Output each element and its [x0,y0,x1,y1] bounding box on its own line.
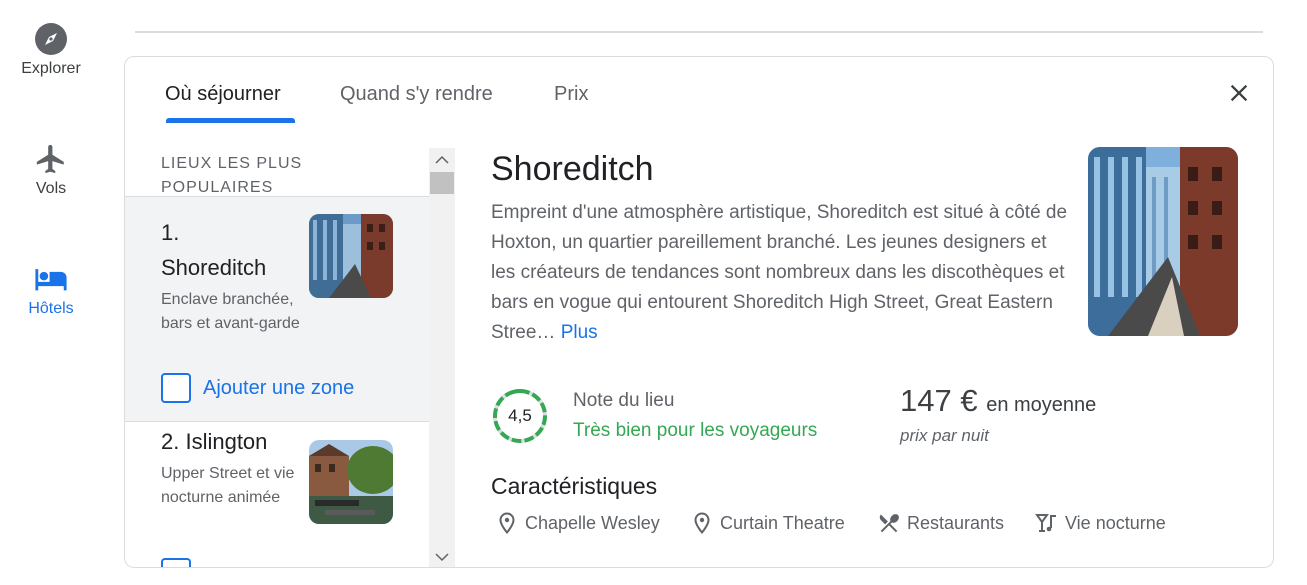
feature-restaurants[interactable]: Restaurants [877,511,1004,535]
location-pin-icon [499,512,515,535]
list-item-islington[interactable]: 2. Islington Upper Street et vie nocturn… [125,422,429,567]
rating-value: 4,5 [508,406,532,425]
rail-item-vols[interactable]: Vols [0,142,102,198]
rail-item-hotels[interactable]: Hôtels [0,262,102,318]
rating-verdict: Très bien pour les voyageurs [573,420,818,441]
price-amount: 147 € [900,383,978,418]
active-tab-indicator [166,118,295,123]
feature-label: Vie nocturne [1065,512,1166,533]
average-price: 147 € en moyenne [900,383,1096,419]
destination-card: Où séjourner Quand s'y rendre Prix LIEUX… [124,56,1274,568]
list-scrollbar[interactable] [429,148,455,568]
airplane-icon [36,144,64,174]
restaurant-icon [879,514,899,533]
place-photo [1088,147,1238,336]
features-heading: Caractéristiques [491,473,658,499]
place-thumbnail [309,214,393,298]
item-description: Enclave branchée, bars et avant-garde [161,291,300,332]
tab-ou-sejourner[interactable]: Où séjourner [165,83,281,106]
chevron-up-icon[interactable] [429,148,455,172]
places-list: LIEUX LES PLUS POPULAIRES 1. Shoreditch … [125,148,455,568]
feature-chapelle-wesley[interactable]: Chapelle Wesley [495,511,660,535]
side-rail: Explorer Vols Hôtels [0,0,102,585]
item-number: 1. [161,220,180,245]
place-thumbnail [309,440,393,524]
nightlife-icon [1035,514,1056,532]
tab-prix[interactable]: Prix [554,83,588,106]
rail-label-explorer: Explorer [21,60,81,77]
add-zone-button[interactable]: Ajouter une zone [161,373,354,403]
feature-curtain-theatre[interactable]: Curtain Theatre [690,511,845,535]
feature-vie-nocturne[interactable]: Vie nocturne [1035,511,1166,535]
feature-label: Restaurants [907,512,1005,533]
place-title: Shoreditch [491,150,654,188]
item-description: Upper Street et vie nocturne animée [161,465,295,506]
list-item-shoreditch[interactable]: 1. Shoreditch Enclave branchée, bars et … [125,196,429,422]
scrollbar-thumb[interactable] [430,172,454,194]
rail-label-hotels: Hôtels [28,300,74,317]
item-title: 2. Islington [161,429,268,454]
compass-icon [35,23,67,55]
price-per-night: prix par nuit [900,426,989,445]
divider [135,31,1263,33]
bed-icon [35,269,67,291]
add-zone-checkbox[interactable] [161,558,191,567]
add-zone-checkbox[interactable] [161,373,191,403]
place-description: Empreint d'une atmosphère artistique, Sh… [491,198,1071,348]
more-link[interactable]: Plus [561,322,598,343]
price-suffix: en moyenne [986,394,1097,416]
close-icon[interactable] [1225,79,1253,107]
location-pin-icon [694,512,710,535]
list-heading: LIEUX LES PLUS POPULAIRES [161,155,303,196]
rating-label: Note du lieu [573,390,675,411]
rail-label-vols: Vols [35,180,67,197]
rail-item-explorer[interactable]: Explorer [0,22,102,78]
chevron-down-icon[interactable] [429,545,455,568]
tab-quand-sy-rendre[interactable]: Quand s'y rendre [340,83,493,106]
rating-ring: 4,5 [493,389,547,443]
feature-label: Curtain Theatre [720,512,845,533]
add-zone-label: Ajouter une zone [203,376,355,399]
item-title: Shoreditch [161,255,267,280]
feature-label: Chapelle Wesley [525,512,660,533]
